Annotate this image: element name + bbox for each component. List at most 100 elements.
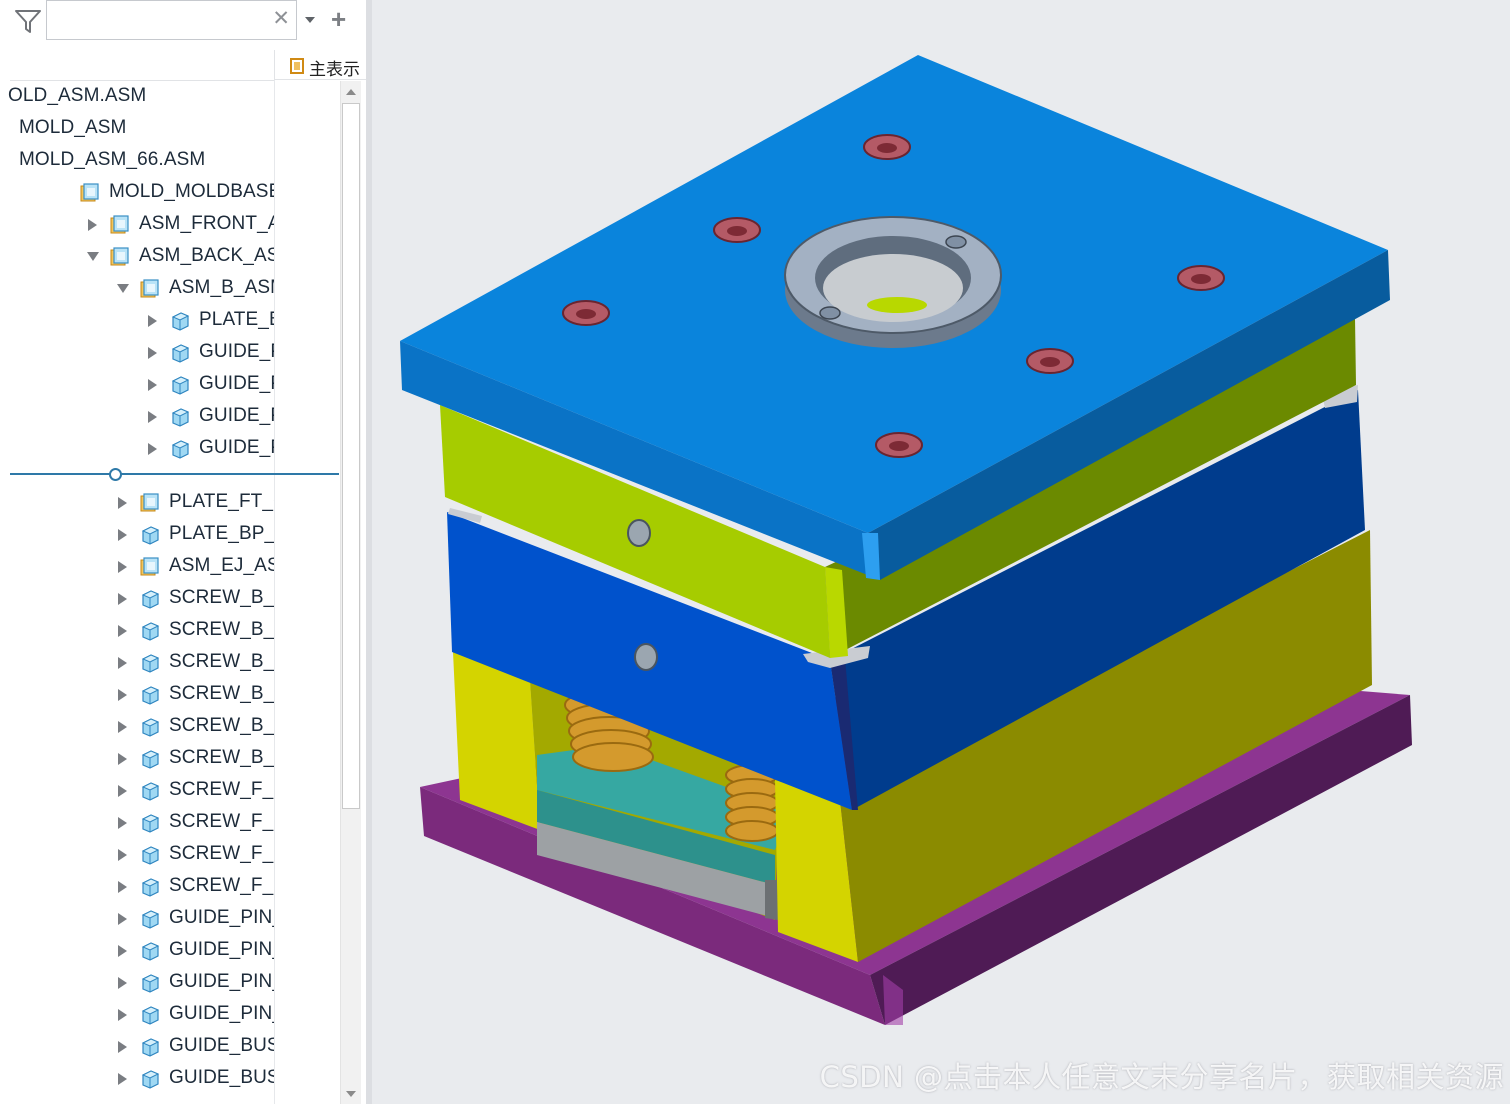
collapsed-arrow-icon[interactable] [146,442,158,456]
tree-row[interactable]: SCREW_B_6.PRT [0,679,274,711]
part-icon [140,1037,160,1057]
tree-row[interactable]: GUIDE_PIN_EJP_6.P [0,999,274,1031]
part-icon [170,439,190,459]
part-icon [140,781,160,801]
column-divider [274,80,275,1104]
collapsed-arrow-icon[interactable] [116,624,128,638]
collapsed-arrow-icon[interactable] [146,346,158,360]
tree-row[interactable]: SCREW_B_6.PRT [0,615,274,647]
tree-row[interactable]: PLATE_BP_6.PRT [0,519,274,551]
scroll-up-icon[interactable] [341,81,361,103]
collapsed-arrow-icon[interactable] [116,752,128,766]
insert-here-handle[interactable] [109,468,122,481]
tree-row[interactable]: GUIDE_BUSH_EJP_6 [0,1031,274,1063]
tree-row-label: SCREW_B_6.PRT [169,619,274,640]
part-icon [140,973,160,993]
tree-row[interactable]: PLATE_B_16.PRT [0,305,274,337]
tree-row[interactable]: PLATE_FT_6.ASM [0,487,274,519]
collapsed-arrow-icon[interactable] [116,560,128,574]
part-icon [140,941,160,961]
tree-row-label: SCREW_B_6.PRT [169,587,274,608]
tree-row[interactable]: SCREW_B_6.PRT [0,647,274,679]
tree-row-label: GUIDE_PIN_7.PR [199,373,274,394]
collapsed-arrow-icon[interactable] [116,1072,128,1086]
tree-row[interactable]: ASM_EJ_ASM_6.ASI [0,551,274,583]
tree-row[interactable]: SCREW_B_6.PRT [0,711,274,743]
tree-row-label: SCREW_B_6.PRT [169,683,274,704]
tree-row[interactable]: OLD_ASM.ASM [0,81,274,113]
tree-row[interactable]: GUIDE_PIN_7.PR [0,369,274,401]
tree-row[interactable]: ASM_B_ASM_7.ASM [0,273,274,305]
collapsed-arrow-icon[interactable] [146,410,158,424]
tree-row-label: MOLD_MOLDBASE_ASM_7 [109,181,274,202]
tree-row[interactable]: SCREW_F_5.PRT [0,839,274,871]
filter-funnel-icon[interactable] [12,6,44,36]
tree-row[interactable]: GUIDE_PIN_EJP_6.P [0,935,274,967]
collapsed-arrow-icon[interactable] [116,720,128,734]
collapsed-arrow-icon[interactable] [116,880,128,894]
search-input[interactable] [53,9,273,31]
part-icon [140,717,160,737]
expanded-arrow-icon[interactable] [116,282,129,296]
collapsed-arrow-icon[interactable] [116,848,128,862]
collapsed-arrow-icon[interactable] [116,1008,128,1022]
tree-row[interactable]: GUIDE_BUSH_EJP_6 [0,1063,274,1095]
collapsed-arrow-icon[interactable] [146,378,158,392]
scroll-down-icon[interactable] [341,1084,361,1104]
tree-row[interactable]: GUIDE_PIN_7.PR [0,337,274,369]
column-header-label: 主表示 [309,60,360,79]
expanded-arrow-icon[interactable] [86,250,99,264]
search-field[interactable]: ✕ [46,0,297,40]
model-tree-panel: ✕ + 主表示 OLD_ASM.ASM MOLD_ASM MOLD_ASM_66.A… [0,0,368,1104]
collapsed-arrow-icon[interactable] [116,1040,128,1054]
tree-row[interactable]: SCREW_F_5.PRT [0,807,274,839]
collapsed-arrow-icon[interactable] [116,816,128,830]
collapsed-arrow-icon[interactable] [116,592,128,606]
tree-row-label: MOLD_ASM [19,117,127,138]
collapsed-arrow-icon[interactable] [146,314,158,328]
tree-row-label: ASM_FRONT_ASM_7.A [139,213,274,234]
assembly-icon [140,493,160,513]
mold-assembly-model [400,55,1412,1025]
tree-row-label: GUIDE_PIN_EJP_6.P [169,939,274,960]
tree-row[interactable]: MOLD_MOLDBASE_ASM_7 [0,177,274,209]
clear-x-icon[interactable]: ✕ [272,8,290,30]
plus-icon[interactable]: + [331,6,346,32]
collapsed-arrow-icon[interactable] [116,944,128,958]
tree-row[interactable]: GUIDE_PIN_EJP_6.P [0,967,274,999]
graphics-viewport[interactable]: CSDN @点击本人任意文末分享名片，获取相关资源 [372,0,1510,1104]
tree-row-label: ASM_B_ASM_7.ASM [169,277,274,298]
collapsed-arrow-icon[interactable] [116,976,128,990]
tree-scrollbar[interactable] [340,81,361,1104]
collapsed-arrow-icon[interactable] [116,656,128,670]
collapsed-arrow-icon[interactable] [116,528,128,542]
tree-row[interactable]: ASM_FRONT_ASM_7.A [0,209,274,241]
tree-row-label: ASM_BACK_ASM_6.ASI [139,245,274,266]
part-icon [140,621,160,641]
collapsed-arrow-icon[interactable] [116,496,128,510]
collapsed-arrow-icon[interactable] [116,784,128,798]
tree-row[interactable]: SCREW_B_6.PRT [0,743,274,775]
tree-row[interactable]: SCREW_F_5.PRT [0,775,274,807]
plate-b-hole [634,643,658,671]
scroll-thumb[interactable] [342,103,360,809]
collapsed-arrow-icon[interactable] [86,218,98,232]
chevron-down-icon[interactable] [303,13,317,27]
collapsed-arrow-icon[interactable] [116,912,128,926]
tree-row[interactable]: ASM_BACK_ASM_6.ASI [0,241,274,273]
part-icon [140,749,160,769]
part-icon [140,813,160,833]
collapsed-arrow-icon[interactable] [116,688,128,702]
tree-row[interactable]: MOLD_ASM [0,113,274,145]
tree-row[interactable]: SCREW_F_5.PRT [0,871,274,903]
tree-row[interactable]: MOLD_ASM_66.ASM [0,145,274,177]
tree-row[interactable]: SCREW_B_6.PRT [0,583,274,615]
tree-row[interactable]: GUIDE_PIN_EJP_6.P [0,903,274,935]
part-icon [170,407,190,427]
tree-row-label: SCREW_B_6.PRT [169,715,274,736]
insert-here-line[interactable] [10,473,339,475]
tree-row[interactable]: GUIDE_PIN_7.PR [0,433,274,465]
tree-row[interactable]: GUIDE_PIN_7.PR [0,401,274,433]
tree-row-label: GUIDE_PIN_7.PR [199,405,274,426]
column-header[interactable]: 主表示 [274,50,368,80]
